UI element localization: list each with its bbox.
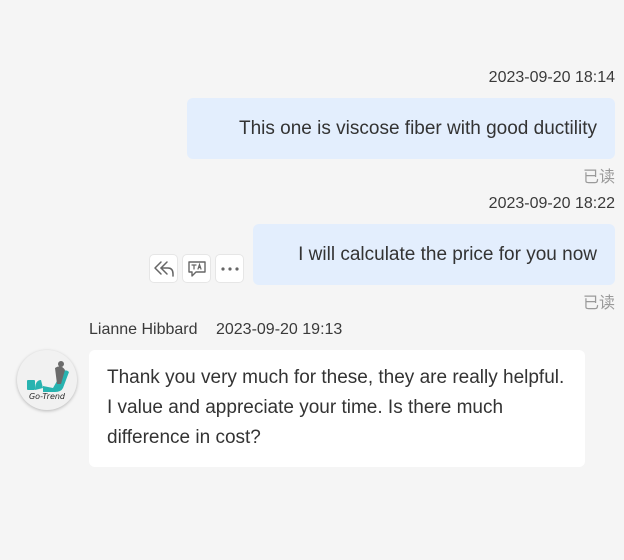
- message-text: Thank you very much for these, they are …: [107, 367, 565, 448]
- incoming-message-bubble[interactable]: Thank you very much for these, they are …: [89, 350, 585, 467]
- message-text: I will calculate the price for you now: [298, 243, 597, 265]
- reply-button[interactable]: [149, 254, 178, 283]
- go-trend-logo-icon: Go-Trend: [27, 361, 69, 401]
- avatar[interactable]: Go-Trend: [17, 350, 77, 410]
- read-status: 已读: [582, 167, 615, 186]
- svg-text:Go-Trend: Go-Trend: [29, 392, 66, 401]
- message-timestamp: 2023-09-20 18:22: [488, 195, 615, 212]
- reply-icon: [153, 260, 175, 278]
- outgoing-message-bubble[interactable]: I will calculate the price for you now: [253, 224, 615, 285]
- message-timestamp: 2023-09-20 18:14: [488, 69, 615, 86]
- message-header: Lianne Hibbard 2023-09-20 19:13: [89, 321, 342, 339]
- outgoing-message-bubble[interactable]: This one is viscose fiber with good duct…: [187, 98, 615, 159]
- more-button[interactable]: [215, 254, 244, 283]
- more-icon: [220, 266, 240, 272]
- translate-icon: [187, 260, 207, 278]
- translate-button[interactable]: [182, 254, 211, 283]
- read-status: 已读: [582, 293, 615, 312]
- message-text: This one is viscose fiber with good duct…: [239, 117, 597, 139]
- message-actions: [149, 254, 244, 283]
- message-timestamp: 2023-09-20 19:13: [215, 321, 343, 338]
- sender-name[interactable]: Lianne Hibbard: [89, 321, 198, 338]
